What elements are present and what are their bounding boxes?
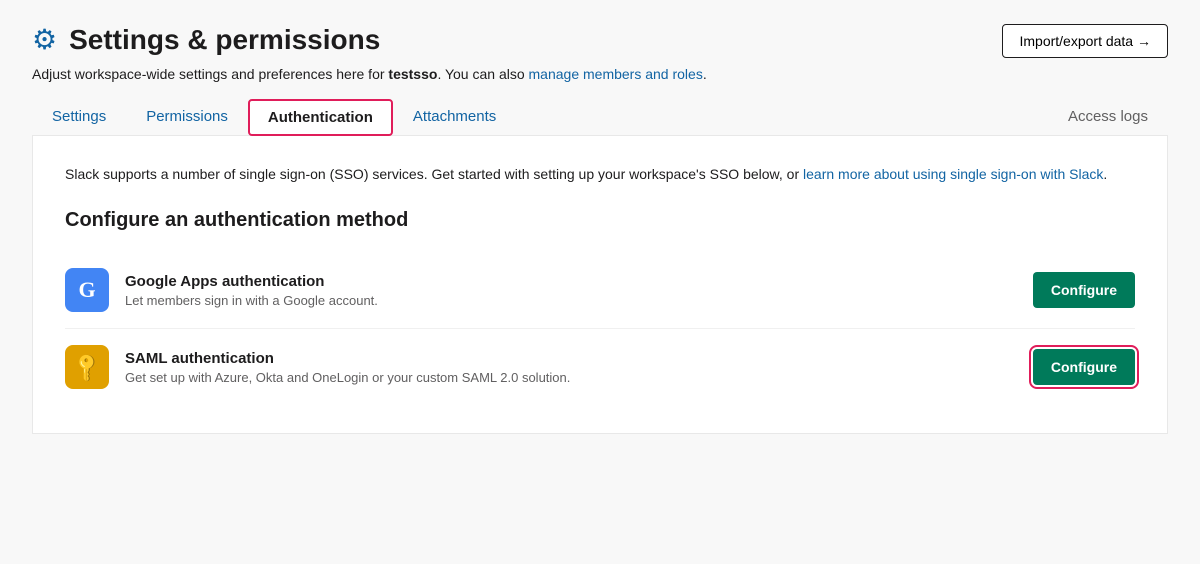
tab-attachments[interactable]: Attachments bbox=[393, 98, 516, 135]
key-icon: 🔑 bbox=[69, 349, 104, 384]
google-auth-name: Google Apps authentication bbox=[125, 273, 1033, 290]
header-row: ⚙ Settings & permissions Import/export d… bbox=[32, 24, 1168, 58]
saml-auth-name: SAML authentication bbox=[125, 350, 1033, 367]
tab-authentication[interactable]: Authentication bbox=[248, 99, 393, 136]
configure-heading: Configure an authentication method bbox=[65, 209, 1135, 232]
tabs-row: Settings Permissions Authentication Atta… bbox=[32, 98, 1168, 136]
configure-google-button[interactable]: Configure bbox=[1033, 272, 1135, 308]
subtitle-text-after: . You can also bbox=[437, 66, 528, 82]
subtitle-text-before: Adjust workspace-wide settings and prefe… bbox=[32, 66, 388, 82]
auth-method-google: G Google Apps authentication Let members… bbox=[65, 252, 1135, 329]
import-export-button[interactable]: Import/export data → bbox=[1002, 24, 1168, 58]
page-wrapper: ⚙ Settings & permissions Import/export d… bbox=[0, 0, 1200, 564]
google-auth-desc: Let members sign in with a Google accoun… bbox=[125, 293, 1033, 308]
content-card: Slack supports a number of single sign-o… bbox=[32, 136, 1168, 434]
sso-link[interactable]: learn more about using single sign-on wi… bbox=[803, 166, 1103, 182]
manage-members-link[interactable]: manage members and roles bbox=[529, 66, 703, 82]
page-title: Settings & permissions bbox=[69, 24, 380, 56]
configure-saml-button[interactable]: Configure bbox=[1033, 349, 1135, 385]
saml-icon: 🔑 bbox=[65, 345, 109, 389]
subtitle-end: . bbox=[703, 66, 707, 82]
sso-desc-1: Slack supports a number of single sign-o… bbox=[65, 166, 803, 182]
workspace-name: testsso bbox=[388, 66, 437, 82]
subtitle: Adjust workspace-wide settings and prefe… bbox=[32, 66, 1168, 82]
sso-description: Slack supports a number of single sign-o… bbox=[65, 164, 1135, 185]
google-auth-info: Google Apps authentication Let members s… bbox=[125, 273, 1033, 308]
gear-icon: ⚙ bbox=[32, 26, 57, 54]
tab-permissions[interactable]: Permissions bbox=[126, 98, 248, 135]
title-section: ⚙ Settings & permissions bbox=[32, 24, 380, 56]
tab-access-logs[interactable]: Access logs bbox=[1048, 98, 1168, 135]
auth-method-saml: 🔑 SAML authentication Get set up with Az… bbox=[65, 329, 1135, 405]
saml-auth-desc: Get set up with Azure, Okta and OneLogin… bbox=[125, 370, 1033, 385]
tab-settings[interactable]: Settings bbox=[32, 98, 126, 135]
google-icon: G bbox=[65, 268, 109, 312]
saml-auth-info: SAML authentication Get set up with Azur… bbox=[125, 350, 1033, 385]
sso-desc-2: . bbox=[1103, 166, 1107, 182]
